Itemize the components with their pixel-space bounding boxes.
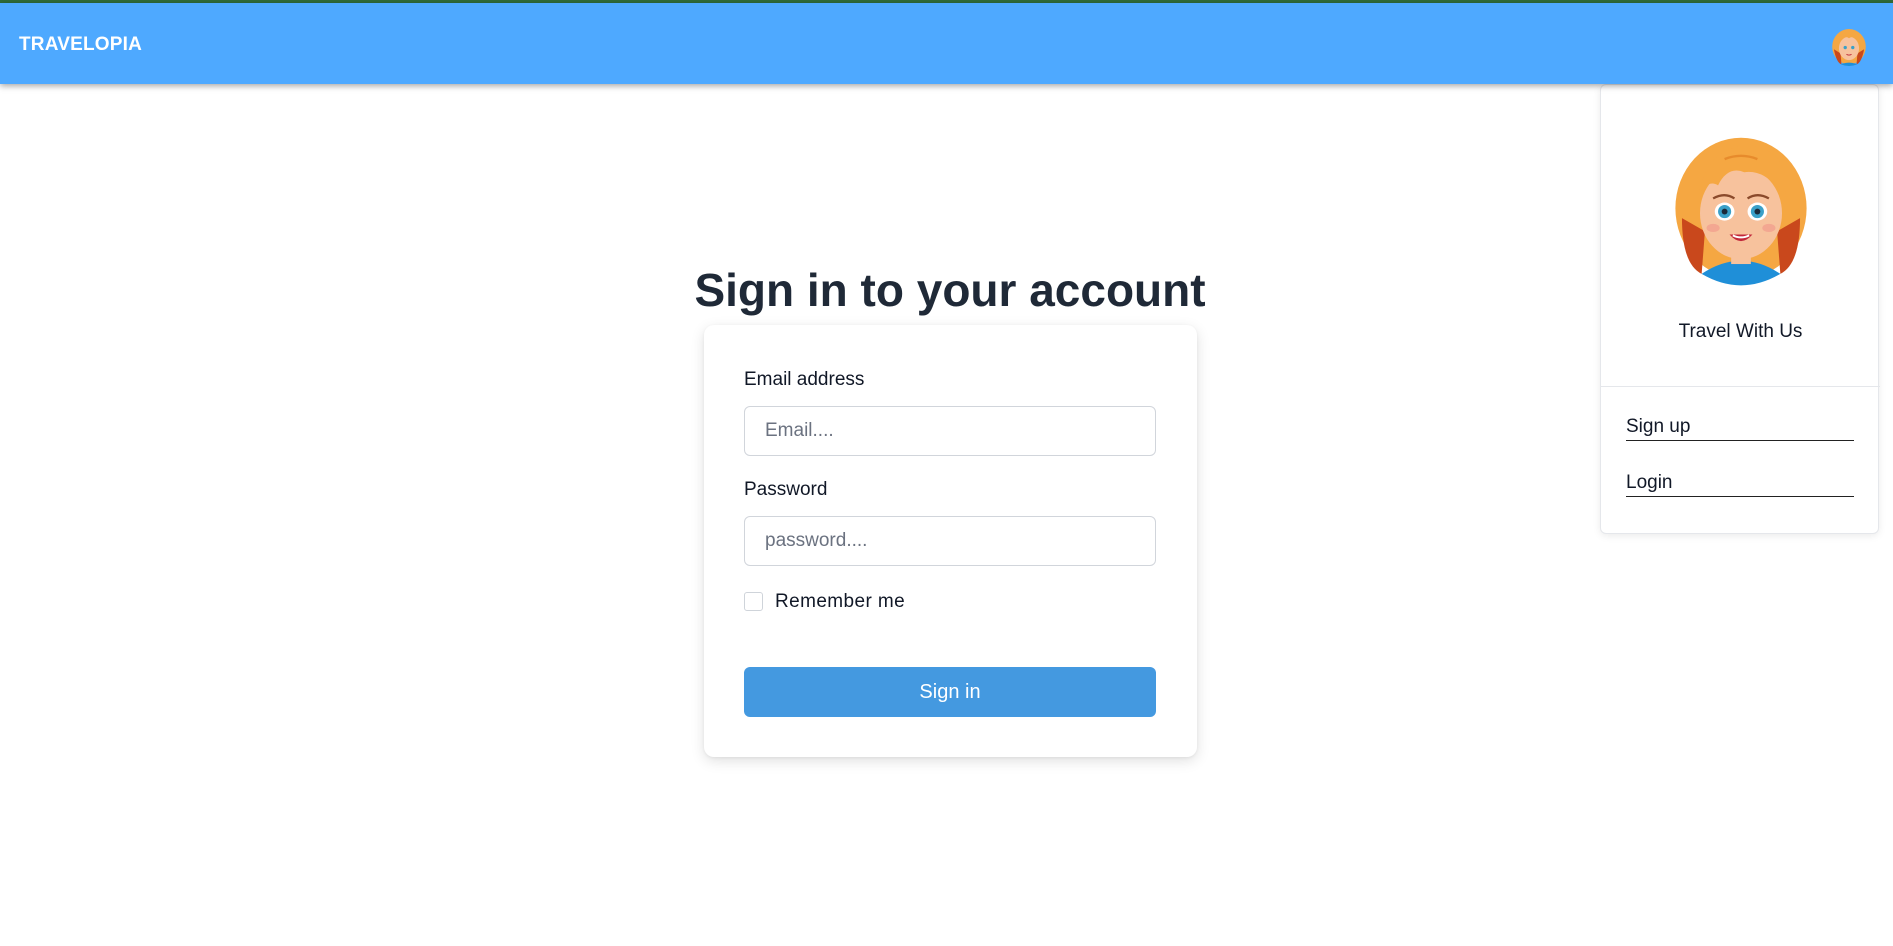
- dropdown-divider: [1601, 386, 1880, 387]
- navbar: TRAVELOPIA: [0, 3, 1893, 84]
- remember-me-checkbox[interactable]: [744, 592, 763, 611]
- email-field[interactable]: [744, 406, 1156, 456]
- user-avatar-icon: [1659, 123, 1823, 287]
- brand-logo[interactable]: TRAVELOPIA: [19, 34, 142, 56]
- password-field[interactable]: [744, 516, 1156, 566]
- dropdown-tagline: Travel With Us: [1678, 321, 1803, 342]
- login-link[interactable]: Login: [1626, 471, 1854, 497]
- user-avatar-icon[interactable]: [1828, 24, 1870, 66]
- email-label: Email address: [744, 369, 865, 390]
- remember-me-label: Remember me: [775, 591, 906, 612]
- password-label: Password: [744, 479, 828, 500]
- sign-in-button[interactable]: Sign in: [744, 667, 1156, 717]
- signup-link[interactable]: Sign up: [1626, 415, 1854, 441]
- signin-card: Email address Password Remember me Sign …: [704, 325, 1197, 757]
- user-dropdown-menu: Travel With Us Sign up Login: [1600, 84, 1880, 534]
